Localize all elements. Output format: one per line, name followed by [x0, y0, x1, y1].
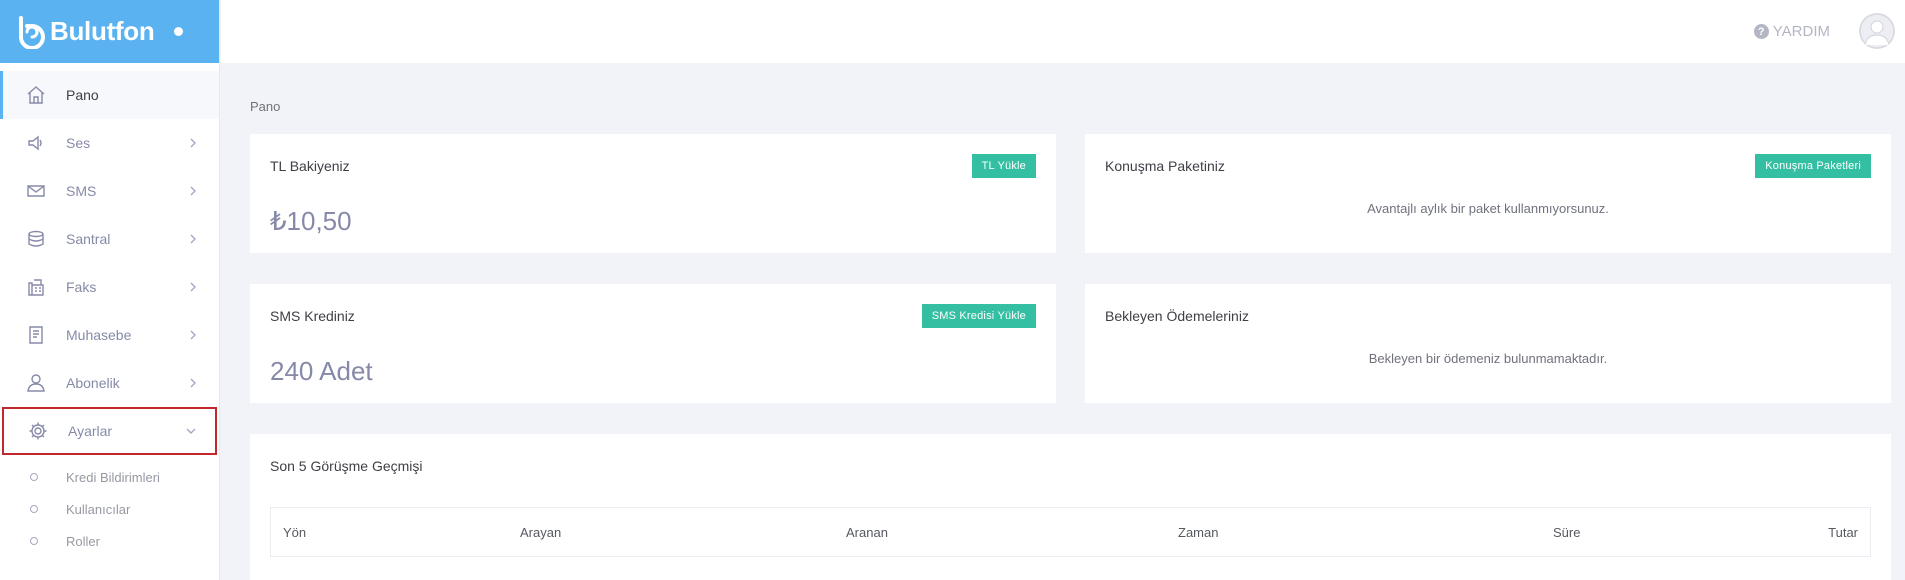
main-content: Pano TL Bakiyeniz TL Yükle ₺10,50 Konuşm… — [221, 63, 1905, 580]
chevron-right-icon — [187, 282, 199, 292]
submenu-item-label: Kredi Bildirimleri — [66, 469, 160, 485]
chevron-right-icon — [187, 378, 199, 388]
gear-icon — [28, 421, 48, 441]
database-icon — [26, 229, 46, 249]
card-title: TL Bakiyeniz — [270, 158, 350, 174]
sidebar-item-label: Muhasebe — [66, 327, 132, 343]
submenu-item-kullanicilar[interactable]: Kullanıcılar — [0, 493, 219, 525]
submenu-item-label: Kullanıcılar — [66, 501, 131, 517]
bullet-icon — [30, 473, 38, 481]
bullet-icon — [30, 505, 38, 513]
bullet-icon — [30, 537, 38, 545]
column-header: Arayan — [520, 525, 562, 540]
chevron-right-icon — [187, 186, 199, 196]
sidebar-item-muhasebe[interactable]: Muhasebe — [0, 311, 219, 359]
card-title: Son 5 Görüşme Geçmişi — [270, 458, 423, 474]
sidebar-item-label: Santral — [66, 231, 111, 247]
sidebar-item-label: Pano — [66, 87, 99, 103]
sidebar-item-sms[interactable]: SMS — [0, 167, 219, 215]
column-header: Zaman — [1178, 525, 1219, 540]
avatar-placeholder-icon — [1859, 13, 1895, 49]
chevron-right-icon — [187, 330, 199, 340]
card-title: Bekleyen Ödemeleriniz — [1105, 308, 1249, 324]
sidebar-menu: Pano Ses SMS Santral Faks Muhasebe Abone… — [0, 63, 219, 455]
breadcrumb[interactable]: Pano — [250, 99, 280, 114]
bulutfon-logo-icon — [19, 15, 45, 49]
history-table: Yön Arayan Aranan Zaman Süre Tutar — [270, 507, 1871, 557]
sidebar-item-faks[interactable]: Faks — [0, 263, 219, 311]
brand-logo[interactable]: Bulutfon — [18, 15, 155, 49]
top-header: ? YARDIM — [221, 0, 1905, 63]
call-history-card: Son 5 Görüşme Geçmişi Yön Arayan Aranan … — [250, 434, 1891, 580]
sidebar-item-ayarlar[interactable]: Ayarlar — [2, 407, 217, 455]
sidebar-item-label: Ayarlar — [68, 423, 113, 439]
card-title: Konuşma Paketiniz — [1105, 158, 1225, 174]
tl-load-button[interactable]: TL Yükle — [971, 154, 1036, 178]
payments-message: Bekleyen bir ödemeniz bulunmamaktadır. — [1368, 351, 1608, 366]
card-title: SMS Krediniz — [270, 308, 355, 324]
user-avatar[interactable] — [1859, 13, 1895, 49]
sidebar-item-santral[interactable]: Santral — [0, 215, 219, 263]
sidebar-toggle-dot[interactable] — [174, 27, 184, 36]
sidebar-item-label: Abonelik — [66, 375, 120, 391]
column-header: Yön — [283, 525, 307, 540]
fax-icon — [26, 277, 46, 297]
package-message: Avantajlı aylık bir paket kullanmıyorsun… — [1367, 201, 1609, 216]
sms-credit-load-button[interactable]: SMS Kredisi Yükle — [921, 304, 1036, 328]
sms-credit-card: SMS Krediniz SMS Kredisi Yükle 240 Adet — [250, 284, 1056, 403]
submenu-item-kredi-bildirimleri[interactable]: Kredi Bildirimleri — [0, 461, 219, 493]
help-label: YARDIM — [1772, 23, 1830, 40]
sidebar-item-label: SMS — [66, 183, 97, 199]
chevron-right-icon — [187, 234, 199, 244]
column-header: Aranan — [846, 525, 888, 540]
sidebar-item-label: Faks — [66, 279, 97, 295]
column-header: Süre — [1553, 525, 1581, 540]
envelope-icon — [26, 181, 46, 201]
question-circle-icon: ? — [1753, 24, 1769, 39]
pending-payments-card: Bekleyen Ödemeleriniz Bekleyen bir ödeme… — [1085, 284, 1891, 403]
brand-name: Bulutfon — [50, 16, 155, 46]
document-icon — [26, 325, 46, 345]
submenu-item-roller[interactable]: Roller — [0, 525, 219, 557]
speaker-icon — [26, 133, 46, 153]
column-header: Tutar — [1828, 525, 1858, 540]
home-icon — [26, 85, 46, 105]
tl-balance-card: TL Bakiyeniz TL Yükle ₺10,50 — [250, 134, 1056, 253]
tl-balance-value: ₺10,50 — [270, 206, 352, 236]
sidebar-item-label: Ses — [66, 135, 91, 151]
sms-credit-value: 240 Adet — [270, 356, 373, 386]
brand-bar: Bulutfon — [0, 0, 219, 63]
ayarlar-submenu: Kredi Bildirimleri Kullanıcılar Roller — [0, 455, 219, 557]
sidebar: Bulutfon Pano Ses SMS Santral Faks Muhas… — [0, 0, 220, 580]
help-link[interactable]: ? YARDIM — [1753, 23, 1830, 40]
sidebar-item-abonelik[interactable]: Abonelik — [0, 359, 219, 407]
sidebar-item-pano[interactable]: Pano — [0, 71, 219, 119]
sidebar-item-ses[interactable]: Ses — [0, 119, 219, 167]
table-header: Yön Arayan Aranan Zaman Süre Tutar — [271, 508, 1870, 556]
chevron-right-icon — [187, 138, 199, 148]
submenu-item-label: Roller — [66, 533, 100, 549]
call-package-card: Konuşma Paketiniz Konuşma Paketleri Avan… — [1085, 134, 1891, 253]
user-icon — [26, 373, 46, 393]
chevron-down-icon — [185, 427, 197, 435]
call-packages-button[interactable]: Konuşma Paketleri — [1755, 154, 1871, 178]
